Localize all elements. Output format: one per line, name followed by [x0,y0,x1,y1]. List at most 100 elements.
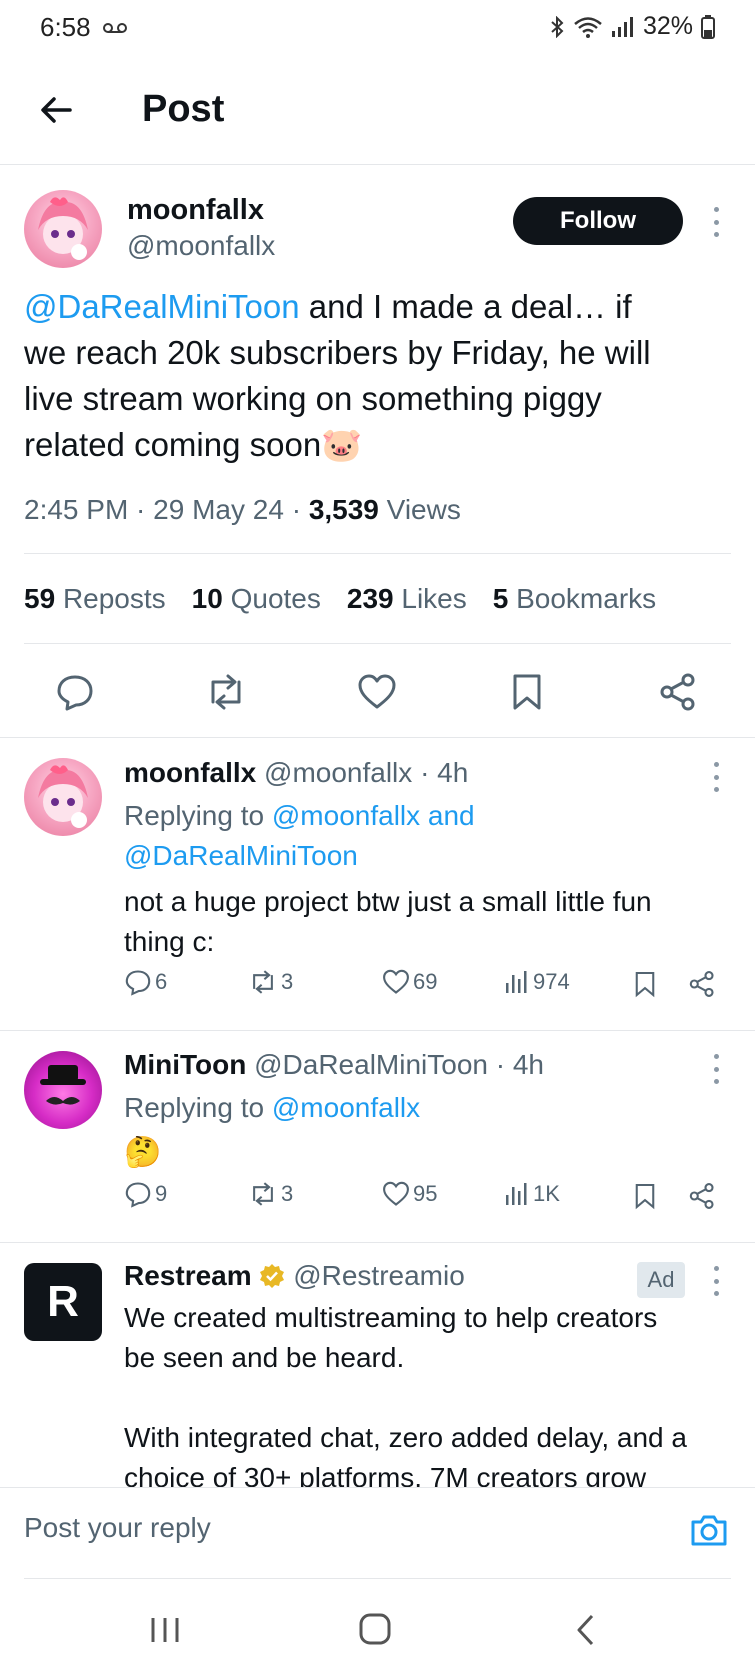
reply-time: · 4h [495,1049,544,1080]
home-icon[interactable] [358,1612,392,1646]
like-heart-icon [383,1181,409,1206]
bookmark-icon[interactable] [634,970,656,998]
reposts-count: 59 [24,583,56,614]
meta-separator: · [128,494,154,525]
bookmark-icon[interactable] [634,1182,656,1210]
views-bar-chart-icon [506,1183,527,1205]
mention-link[interactable]: @DaRealMiniToon [24,288,300,325]
like-heart-icon [383,969,409,994]
reply-author-handle[interactable]: @moonfallx [264,757,412,788]
recent-apps-icon[interactable] [148,1615,182,1645]
share-icon[interactable] [688,1182,716,1210]
reposts-stat[interactable]: 59 Reposts [24,583,166,615]
views-bar-chart-icon [506,971,527,993]
reply-icon[interactable] [55,672,95,712]
back-icon[interactable] [574,1613,596,1647]
post-text-line1: and I made a deal… if [299,288,632,325]
reply-views-action[interactable]: 1K [504,1181,560,1207]
repost-count: 3 [281,1181,294,1206]
reposts-label: Reposts [62,583,166,614]
reply-input[interactable]: Post your reply [24,1512,211,1544]
reply-avatar[interactable] [24,758,102,836]
reply-header: moonfallx @moonfallx · 4h [124,757,468,789]
reply-comment-action[interactable]: 6 [124,968,167,996]
view-count: 974 [533,969,570,994]
likes-stat[interactable]: 239 Likes [347,583,467,615]
author-avatar[interactable] [24,190,102,268]
post-meta: 2:45 PM · 29 May 24 · 3,539 Views [24,494,461,526]
reply-repost-action[interactable]: 3 [248,968,293,996]
ad-badge: Ad [637,1262,685,1298]
reply-avatar[interactable] [24,1051,102,1129]
status-bar: 6:58 32% [0,0,755,58]
reply-text-line2: thing c: [124,926,215,957]
bookmark-icon[interactable] [511,672,543,712]
share-icon[interactable] [688,970,716,998]
replying-to-link[interactable]: @moonfallx [272,1092,420,1123]
more-options-icon[interactable] [711,762,721,792]
repost-count: 3 [281,969,294,994]
views-count: 3,539 [308,494,379,525]
reply-emoji: 🤔 [124,1136,162,1169]
author-handle[interactable]: @moonfallx [127,230,275,262]
ad-author-handle[interactable]: @Restreamio [293,1260,465,1291]
post-text-line2: we reach 20k subscribers by Friday, he w… [24,334,651,371]
reply-composer-bar: Post your reply [0,1487,755,1579]
reply-like-action[interactable]: 95 [382,1180,437,1208]
ad-avatar[interactable]: R [24,1263,102,1341]
like-count: 69 [413,969,438,994]
ad-header: Restream @Restreamio [124,1260,465,1292]
replying-to-link[interactable]: @moonfallx and [272,800,475,831]
top-hat-mustache-avatar-icon [40,1065,86,1105]
quotes-count: 10 [191,583,223,614]
divider [0,737,755,738]
repost-icon[interactable] [204,672,248,712]
like-count: 95 [413,1181,438,1206]
reply-repost-action[interactable]: 3 [248,1180,293,1208]
replying-to: Replying to @moonfallx [124,1088,420,1128]
view-count: 1K [533,1181,560,1206]
share-icon[interactable] [658,672,698,712]
reply-views-action[interactable]: 974 [504,969,570,995]
divider [24,553,731,554]
more-options-icon[interactable] [711,1266,721,1296]
quotes-label: Quotes [230,583,321,614]
post-text-line4: related coming soon [24,426,322,463]
ad-text-line1: We created multistreaming to help creato… [124,1302,658,1333]
ad-author-name[interactable]: Restream [124,1260,252,1291]
camera-icon[interactable] [689,1510,729,1550]
reply-count: 6 [155,969,168,994]
divider [0,1242,755,1243]
back-arrow-icon[interactable] [34,88,78,132]
pig-emoji: 🐷 [321,426,363,463]
bookmarks-stat[interactable]: 5 Bookmarks [493,583,656,615]
reply-author-name[interactable]: moonfallx [124,757,256,788]
ad-text-line2: be seen and be heard. [124,1342,405,1373]
reply-author-handle[interactable]: @DaRealMiniToon [254,1049,488,1080]
author-name[interactable]: moonfallx [127,194,264,227]
repost-icon [253,970,273,994]
like-heart-icon[interactable] [357,672,397,712]
reply-icon [125,970,151,996]
battery-icon [701,14,715,39]
reply-count: 9 [155,1181,168,1206]
reply-like-action[interactable]: 69 [382,968,437,996]
post-text: @DaRealMiniToon and I made a deal… if we… [24,284,729,468]
replying-to-link[interactable]: @DaRealMiniToon [124,836,358,876]
likes-count: 239 [346,583,394,614]
page-title: Post [142,88,225,130]
replying-to: Replying to @moonfallx and [124,796,475,836]
battery-level: 32% [642,12,693,40]
meta-separator: · [283,494,309,525]
more-options-icon[interactable] [711,207,721,237]
reply-time: · 4h [420,757,469,788]
replying-prefix: Replying to [124,1092,272,1123]
quotes-stat[interactable]: 10 Quotes [192,583,321,615]
follow-button[interactable]: Follow [513,197,683,245]
post-text-line3: live stream working on something piggy [24,380,602,417]
replying-prefix: Replying to [124,800,272,831]
reply-comment-action[interactable]: 9 [124,1180,167,1208]
bookmarks-count: 5 [492,583,509,614]
reply-author-name[interactable]: MiniToon [124,1049,246,1080]
more-options-icon[interactable] [711,1054,721,1084]
